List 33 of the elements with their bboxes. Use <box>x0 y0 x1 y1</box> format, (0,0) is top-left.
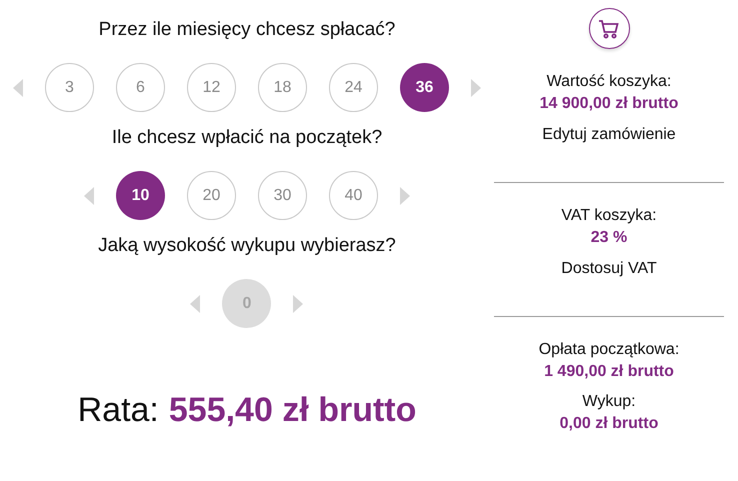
option-button[interactable]: 24 <box>329 63 378 112</box>
cart-badge[interactable] <box>588 8 630 49</box>
arrow-left-icon[interactable] <box>190 294 200 312</box>
option-button[interactable]: 6 <box>116 63 165 112</box>
question-text: Ile chcesz wpłacić na początek? <box>112 126 382 150</box>
summary-label: VAT koszyka: <box>561 206 657 226</box>
option-button[interactable]: 10 <box>116 171 165 220</box>
option-button[interactable]: 40 <box>329 171 378 220</box>
summary-link[interactable]: Edytuj zamówienie <box>542 124 676 146</box>
option-button[interactable]: 3 <box>45 63 94 112</box>
summary-label: Opłata początkowa: <box>538 340 680 360</box>
summary-value: 14 900,00 zł brutto <box>540 94 678 114</box>
summary-value: 1 490,00 zł brutto <box>544 362 674 382</box>
option-button[interactable]: 12 <box>187 63 236 112</box>
summary-label: Wykup: <box>582 392 636 412</box>
arrow-left-icon[interactable] <box>84 186 94 204</box>
summary-label: Wartość koszyka: <box>546 72 672 92</box>
question-text: Jaką wysokość wykupu wybierasz? <box>98 234 396 258</box>
summary-link[interactable]: Dostosuj VAT <box>561 258 657 280</box>
cart-icon <box>598 18 620 38</box>
option-button[interactable]: 36 <box>400 63 449 112</box>
arrow-right-icon[interactable] <box>400 186 410 204</box>
option-button[interactable]: 18 <box>258 63 307 112</box>
summary-value: 23 % <box>590 228 628 248</box>
installment-amount: 555,40 zł brutto <box>168 390 416 431</box>
installment-label: Rata: <box>78 390 159 431</box>
arrow-right-icon[interactable] <box>471 78 481 96</box>
arrow-left-icon[interactable] <box>13 78 23 96</box>
arrow-right-icon[interactable] <box>293 294 304 312</box>
summary-value: 0,00 zł brutto <box>560 414 658 434</box>
option-button[interactable]: 20 <box>187 171 236 220</box>
question-text: Przez ile miesięcy chcesz spłacać? <box>98 18 396 42</box>
option-button[interactable]: 30 <box>258 171 307 220</box>
